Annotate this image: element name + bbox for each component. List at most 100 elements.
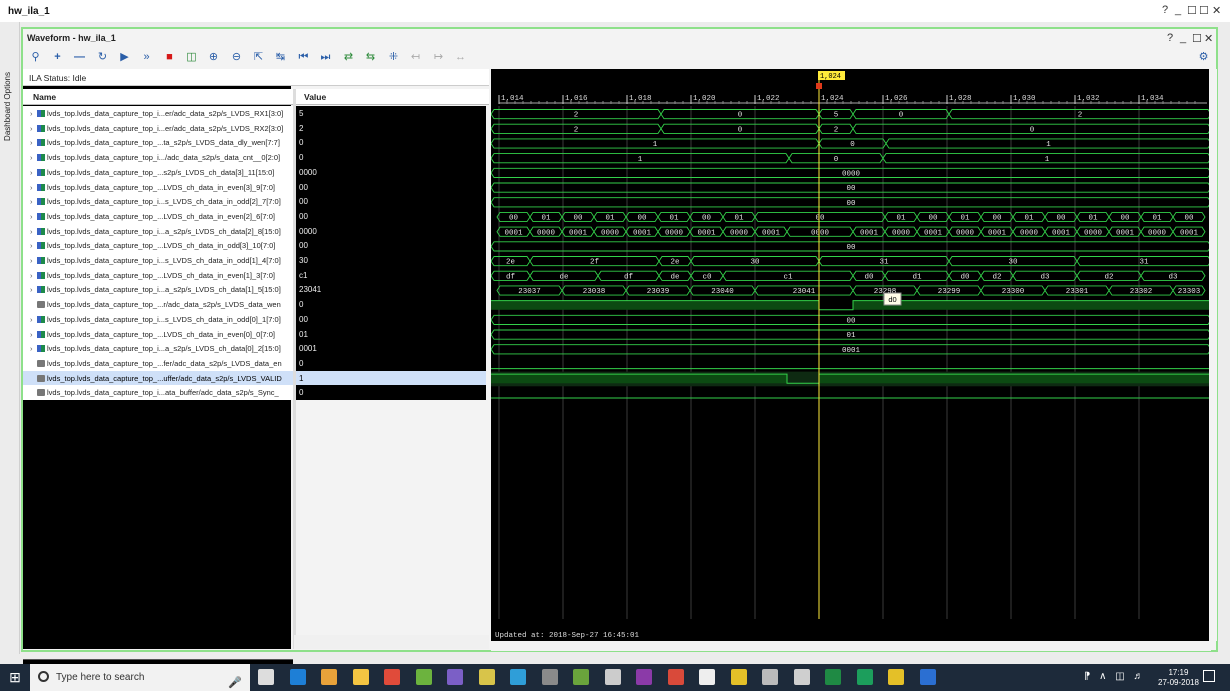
microphone-icon[interactable]: 🎤 xyxy=(228,670,242,697)
expand-chevron-icon[interactable]: › xyxy=(30,106,37,121)
run-immediate-icon[interactable]: » xyxy=(139,50,154,65)
app-icon[interactable] xyxy=(636,669,652,685)
calculator-icon[interactable] xyxy=(604,669,621,685)
signal-name[interactable]: › lvds_top.lvds_data_capture_top_i...a_s2… xyxy=(23,341,293,357)
chrome-icon[interactable] xyxy=(384,669,400,685)
signal-row[interactable]: › lvds_top.lvds_data_capture_top_i...er/a… xyxy=(23,106,489,121)
export-icon[interactable]: ◫ xyxy=(184,50,199,65)
signal-name[interactable]: › lvds_top.lvds_data_capture_top_i...a_s2… xyxy=(23,282,293,298)
dashboard-options-label[interactable]: Dashboard Options xyxy=(3,72,12,141)
expand-chevron-icon[interactable]: › xyxy=(30,238,37,253)
zoom-out-icon[interactable]: ⊖ xyxy=(229,50,244,65)
prev-marker-icon[interactable]: ↤ xyxy=(408,50,423,65)
dashboard-options-strip[interactable]: Dashboard Options xyxy=(0,22,20,654)
task-view-icon[interactable] xyxy=(258,669,274,685)
vertical-scrollbar[interactable] xyxy=(1209,69,1217,641)
plus-icon[interactable]: + xyxy=(50,50,65,65)
cursor-icon[interactable]: ↹ xyxy=(273,50,288,65)
stop-icon[interactable]: ■ xyxy=(162,50,177,65)
signal-name[interactable]: lvds_top.lvds_data_capture_top_i...ata_b… xyxy=(23,385,293,401)
signal-row[interactable]: › lvds_top.lvds_data_capture_top_...LVDS_… xyxy=(23,238,489,254)
app-icon[interactable] xyxy=(573,669,589,685)
restore-button[interactable]: ☐ xyxy=(1187,4,1197,17)
signal-row[interactable]: › lvds_top.lvds_data_capture_top_i...s_LV… xyxy=(23,194,489,210)
go-first-icon[interactable]: ⏮ xyxy=(296,50,311,65)
edge-icon[interactable] xyxy=(289,669,306,685)
signal-name[interactable]: › lvds_top.lvds_data_capture_top_...LVDS_… xyxy=(23,238,293,254)
value-column-header[interactable]: Value xyxy=(304,92,326,102)
system-tray[interactable]: ⁋ ∧ ◫ ♬ xyxy=(1084,671,1146,682)
signal-name[interactable]: › lvds_top.lvds_data_capture_top_i...a_s2… xyxy=(23,223,293,239)
signal-row[interactable]: › lvds_top.lvds_data_capture_top_...LVDS_… xyxy=(23,267,489,283)
value-pane-scrollbar[interactable] xyxy=(294,635,489,649)
expand-chevron-icon[interactable]: › xyxy=(30,327,37,342)
notes-icon[interactable] xyxy=(510,669,526,685)
expand-chevron-icon[interactable]: › xyxy=(30,253,37,268)
app-icon[interactable] xyxy=(762,669,778,685)
waveform-help-button[interactable]: ? xyxy=(1167,32,1173,44)
refresh-icon[interactable]: ↻ xyxy=(95,50,110,65)
next-transition-icon[interactable]: ⇆ xyxy=(363,50,378,65)
expand-chevron-icon[interactable]: › xyxy=(30,312,37,327)
help-button[interactable]: ? xyxy=(1162,4,1168,16)
search-icon[interactable]: ⚲ xyxy=(28,50,43,65)
obs-icon[interactable] xyxy=(541,669,558,685)
hangouts-icon[interactable] xyxy=(856,669,873,685)
signal-row[interactable]: › lvds_top.lvds_data_capture_top_i.../adc… xyxy=(23,150,489,166)
signal-name[interactable]: lvds_top.lvds_data_capture_top_...uffer/… xyxy=(23,370,293,386)
expand-chevron-icon[interactable]: › xyxy=(30,224,37,239)
signal-row[interactable]: › lvds_top.lvds_data_capture_top_i...a_s2… xyxy=(23,223,489,239)
docs-icon[interactable] xyxy=(919,669,936,685)
signal-name[interactable]: › lvds_top.lvds_data_capture_top_i...s_LV… xyxy=(23,194,293,210)
swap-icon[interactable]: ↔ xyxy=(453,50,468,65)
expand-chevron-icon[interactable]: › xyxy=(30,180,37,195)
notification-icon[interactable] xyxy=(1203,670,1215,682)
waveform-canvas[interactable]: 1,014 1,016 1,018 1,020 1,022 1,024 1,026 1,028… xyxy=(491,69,1211,641)
visual-studio-icon[interactable] xyxy=(447,669,463,685)
expand-chevron-icon[interactable]: › xyxy=(30,150,37,165)
close-button[interactable]: ✕ xyxy=(1212,4,1221,17)
expand-chevron-icon[interactable]: › xyxy=(30,282,37,297)
expand-chevron-icon[interactable]: › xyxy=(30,135,37,150)
signal-name[interactable]: › lvds_top.lvds_data_capture_top_...LVDS_… xyxy=(23,208,293,224)
name-column-header[interactable]: Name xyxy=(33,92,56,102)
signal-row[interactable]: › lvds_top.lvds_data_capture_top_...LVDS_… xyxy=(23,326,489,342)
expand-chevron-icon[interactable]: › xyxy=(30,121,37,136)
prev-transition-icon[interactable]: ⇄ xyxy=(341,50,356,65)
gear-icon[interactable]: ⚙ xyxy=(1196,50,1211,65)
signal-name[interactable]: › lvds_top.lvds_data_capture_top_...LVDS_… xyxy=(23,179,293,195)
vivado-icon[interactable] xyxy=(888,669,904,685)
taskbar-clock[interactable]: 17:19 27-09-2018 xyxy=(1158,668,1199,688)
signal-row[interactable]: › lvds_top.lvds_data_capture_top_i...a_s2… xyxy=(23,282,489,298)
zoom-fit-icon[interactable]: ⇱ xyxy=(251,50,266,65)
signal-row[interactable]: › lvds_top.lvds_data_capture_top_i...er/a… xyxy=(23,120,489,136)
signal-row[interactable]: › lvds_top.lvds_data_capture_top_...LVDS_… xyxy=(23,179,489,195)
signal-row[interactable]: lvds_top.lvds_data_capture_top_...r/adc_… xyxy=(23,297,489,313)
signal-row[interactable]: lvds_top.lvds_data_capture_top_...uffer/… xyxy=(23,370,489,386)
expand-chevron-icon[interactable]: › xyxy=(30,194,37,209)
signal-row[interactable]: lvds_top.lvds_data_capture_top_i...ata_b… xyxy=(23,385,489,401)
signal-name[interactable]: › lvds_top.lvds_data_capture_top_i.../adc… xyxy=(23,150,293,166)
store-icon[interactable] xyxy=(321,669,337,685)
taskbar-search-box[interactable]: Type here to search 🎤 xyxy=(30,664,250,691)
signal-name[interactable]: › lvds_top.lvds_data_capture_top_i...s_LV… xyxy=(23,311,293,327)
signal-name[interactable]: lvds_top.lvds_data_capture_top_...fer/ad… xyxy=(23,355,293,371)
next-marker-icon[interactable]: ↦ xyxy=(431,50,446,65)
expand-chevron-icon[interactable]: › xyxy=(30,341,37,356)
photos-icon[interactable] xyxy=(793,669,810,685)
expand-chevron-icon[interactable]: › xyxy=(30,268,37,283)
signal-name[interactable]: › lvds_top.lvds_data_capture_top_i...er/a… xyxy=(23,120,293,136)
signal-name[interactable]: › lvds_top.lvds_data_capture_top_i...er/a… xyxy=(23,106,293,121)
signal-row[interactable]: › lvds_top.lvds_data_capture_top_i...a_s2… xyxy=(23,341,489,357)
signal-name[interactable]: › lvds_top.lvds_data_capture_top_...s2p/s… xyxy=(23,164,293,180)
run-icon[interactable]: ▶ xyxy=(117,50,132,65)
windows-start-icon[interactable]: ⊞ xyxy=(0,664,30,691)
signal-row[interactable]: › lvds_top.lvds_data_capture_top_...LVDS_… xyxy=(23,208,489,224)
add-marker-icon[interactable]: ⁜ xyxy=(386,50,401,65)
waveform-plot[interactable]: 1,014 1,016 1,018 1,020 1,022 1,024 1,026 1,028… xyxy=(491,69,1211,641)
float-button[interactable]: ☐ xyxy=(1199,4,1209,17)
waveform-minimize-button[interactable]: _ xyxy=(1180,32,1186,44)
signal-name[interactable]: lvds_top.lvds_data_capture_top_...r/adc_… xyxy=(23,297,293,313)
notepadpp-icon[interactable] xyxy=(415,669,432,685)
signal-row[interactable]: › lvds_top.lvds_data_capture_top_...ta_s2… xyxy=(23,135,489,151)
